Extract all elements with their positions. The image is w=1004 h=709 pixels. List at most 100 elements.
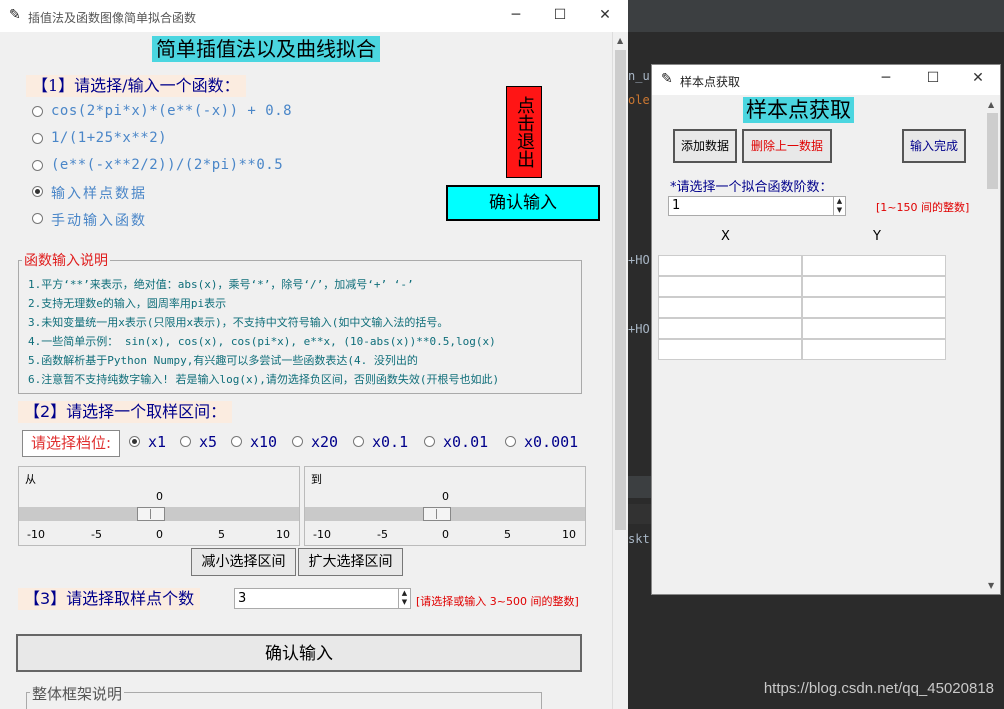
- y-cell[interactable]: [802, 255, 946, 276]
- y-cell[interactable]: [802, 318, 946, 339]
- x-cell[interactable]: [658, 339, 802, 360]
- radio-icon[interactable]: [505, 436, 516, 447]
- slider-from-label: 从: [25, 473, 36, 486]
- radio-checked-icon[interactable]: [129, 436, 140, 447]
- slider-to-label: 到: [311, 473, 322, 486]
- scroll-up-icon[interactable]: ▲: [617, 36, 623, 45]
- gear-option-label: x5: [199, 433, 218, 451]
- delete-last-button[interactable]: 删除上一数据: [742, 129, 832, 163]
- main-scrollbar[interactable]: ▲: [612, 32, 628, 709]
- editor-text: skt: [628, 532, 650, 546]
- frame-title: 整体框架说明: [30, 683, 125, 704]
- editor-toolbar: [628, 0, 1004, 32]
- close-button[interactable]: ✕: [963, 70, 993, 86]
- slider-tick: -5: [377, 528, 388, 541]
- input-done-button[interactable]: 输入完成: [902, 129, 966, 163]
- x-cell[interactable]: [658, 318, 802, 339]
- radio-icon[interactable]: [292, 436, 303, 447]
- close-button[interactable]: ✕: [590, 7, 620, 23]
- radio-icon[interactable]: [32, 160, 43, 171]
- confirm-input-button[interactable]: 确认输入: [446, 185, 600, 221]
- degree-hint: [1~150 间的整数]: [876, 201, 970, 214]
- x-cell[interactable]: [658, 297, 802, 318]
- degree-label: *请选择一个拟合函数阶数：: [670, 180, 833, 195]
- slider-tick: 10: [276, 528, 290, 541]
- slider-tick: 10: [562, 528, 576, 541]
- spin-arrows-icon[interactable]: ▲ ▼: [398, 589, 410, 608]
- slider-tick: 5: [504, 528, 511, 541]
- slider-to-value: 0: [442, 490, 449, 503]
- help-line: 6.注意暂不支持纯数字输入! 若是输入log(x),请勿选择负区间，否则函数失效…: [28, 373, 500, 386]
- exit-button[interactable]: 点击退出: [506, 86, 542, 178]
- expand-range-button[interactable]: 扩大选择区间: [298, 548, 403, 576]
- radio-icon[interactable]: [424, 436, 435, 447]
- slider-from-panel: 从 0 -10 -5 0 5 10: [18, 466, 300, 546]
- scroll-thumb[interactable]: [615, 50, 626, 530]
- y-cell[interactable]: [802, 339, 946, 360]
- y-cell[interactable]: [802, 297, 946, 318]
- column-y-header: Y: [873, 229, 881, 244]
- y-cell[interactable]: [802, 276, 946, 297]
- radio-icon[interactable]: [180, 436, 191, 447]
- radio-icon[interactable]: [32, 133, 43, 144]
- page-title: 简单插值法以及曲线拟合: [152, 36, 380, 62]
- add-data-button[interactable]: 添加数据: [673, 129, 737, 163]
- radio-icon[interactable]: [353, 436, 364, 447]
- section2-label: 【2】请选择一个取样区间：: [18, 401, 233, 423]
- function-option-label: 输入样点数据: [51, 186, 147, 202]
- slider-to-knob[interactable]: [423, 507, 451, 521]
- column-x-header: X: [721, 229, 730, 244]
- feather-icon: ✎: [9, 7, 21, 23]
- help-line: 1.平方‘**’来表示，绝对值：abs(x)，乘号‘*’，除号‘/’，加减号‘+…: [28, 278, 414, 291]
- sample-window: ✎ 样本点获取 ─ ☐ ✕ ▲ ▼ 样本点获取 添加数据 删除上一数据 输入完成…: [651, 64, 1001, 595]
- degree-input[interactable]: 1 ▲ ▼: [668, 196, 846, 216]
- function-option-label: 手动输入函数: [51, 213, 147, 229]
- gear-option-label: x0.1: [372, 433, 409, 451]
- confirm-bottom-button[interactable]: 确认输入: [16, 634, 582, 672]
- editor-highlight: [628, 504, 652, 524]
- radio-checked-icon[interactable]: [32, 186, 43, 197]
- scroll-down-icon[interactable]: ▼: [988, 581, 994, 590]
- x-cell[interactable]: [658, 255, 802, 276]
- minimize-button[interactable]: ─: [871, 70, 901, 86]
- scroll-thumb[interactable]: [987, 113, 998, 189]
- watermark: https://blog.csdn.net/qq_45020818: [763, 680, 994, 697]
- help-line: 5.函数解析基于Python Numpy,有兴趣可以多尝试一些函数表达(4. 没…: [28, 354, 418, 367]
- function-option-label: cos(2*pi*x)*(e**(-x)) + 0.8: [51, 103, 293, 119]
- gear-option-label: x10: [250, 433, 278, 451]
- sample-count-hint: [请选择或输入 3~500 间的整数]: [416, 595, 579, 608]
- function-option-label: (e**(-x**2/2))/(2*pi)**0.5: [51, 157, 284, 173]
- slider-from-knob[interactable]: [137, 507, 165, 521]
- help-title: 函数输入说明: [22, 250, 110, 270]
- function-option-label: 1/(1+25*x**2): [51, 130, 168, 146]
- sample-count-input[interactable]: 3 ▲ ▼: [234, 588, 411, 609]
- sample-heading: 样本点获取: [743, 97, 854, 123]
- maximize-button[interactable]: ☐: [545, 7, 575, 23]
- slider-to-trough[interactable]: [305, 507, 585, 521]
- minimize-button[interactable]: ─: [501, 7, 531, 23]
- radio-icon[interactable]: [32, 106, 43, 117]
- radio-icon[interactable]: [32, 213, 43, 224]
- gear-option-label: x1: [148, 433, 167, 451]
- maximize-button[interactable]: ☐: [918, 70, 948, 86]
- shrink-range-button[interactable]: 减小选择区间: [191, 548, 296, 576]
- radio-icon[interactable]: [231, 436, 242, 447]
- help-line: 3.未知变量统一用x表示(只限用x表示)，不支持中文符号输入(如中文输入法的括号…: [28, 316, 449, 329]
- slider-tick: 5: [218, 528, 225, 541]
- slider-from-trough[interactable]: [19, 507, 299, 521]
- slider-tick: -10: [313, 528, 331, 541]
- sample-title-bar: ✎ 样本点获取 ─ ☐ ✕: [652, 65, 1000, 95]
- sample-scrollbar[interactable]: ▲ ▼: [985, 95, 1000, 594]
- scroll-up-icon[interactable]: ▲: [988, 100, 994, 109]
- editor-text: +HO: [628, 322, 650, 336]
- degree-value: 1: [672, 198, 681, 213]
- slider-tick: -10: [27, 528, 45, 541]
- x-cell[interactable]: [658, 276, 802, 297]
- gear-option-label: x0.01: [443, 433, 489, 451]
- sample-window-title: 样本点获取: [680, 75, 741, 89]
- section1-label: 【1】请选择/输入一个函数：: [26, 75, 246, 97]
- editor-text: n_u: [628, 69, 650, 83]
- spin-arrows-icon[interactable]: ▲ ▼: [833, 197, 845, 215]
- window-title: 插值法及函数图像简单拟合函数: [28, 11, 197, 25]
- editor-highlight: [628, 476, 652, 498]
